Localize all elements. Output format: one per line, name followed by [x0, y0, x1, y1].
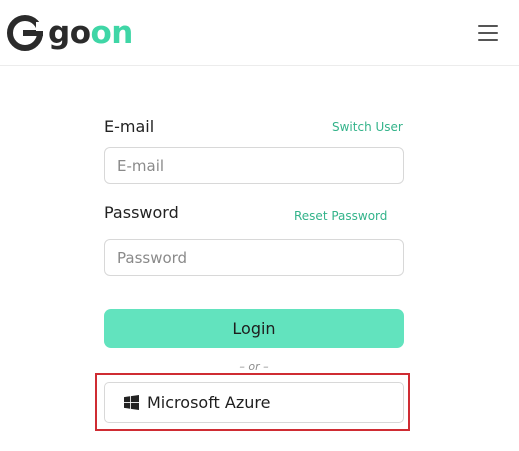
- or-divider: – or –: [239, 360, 269, 373]
- logo-wordmark: goon: [48, 14, 133, 52]
- password-label: Password: [104, 203, 179, 222]
- logo-text-on: on: [90, 15, 134, 51]
- microsoft-azure-label: Microsoft Azure: [147, 393, 271, 412]
- login-button[interactable]: Login: [104, 309, 404, 348]
- logo-text-go: go: [48, 15, 91, 51]
- hamburger-menu-icon[interactable]: [478, 24, 500, 42]
- switch-user-link[interactable]: Switch User: [332, 119, 403, 135]
- password-field[interactable]: [104, 239, 404, 276]
- login-page: goon E-mail Switch User Password Reset P…: [0, 0, 519, 451]
- goon-g-logo-icon: [7, 15, 44, 51]
- microsoft-azure-button[interactable]: Microsoft Azure: [104, 382, 404, 423]
- top-header: goon: [0, 0, 519, 66]
- reset-password-link[interactable]: Reset Password: [294, 208, 387, 224]
- goon-logo[interactable]: goon: [6, 13, 133, 53]
- windows-icon: [124, 395, 139, 410]
- email-label: E-mail: [104, 117, 155, 136]
- email-field[interactable]: [104, 147, 404, 184]
